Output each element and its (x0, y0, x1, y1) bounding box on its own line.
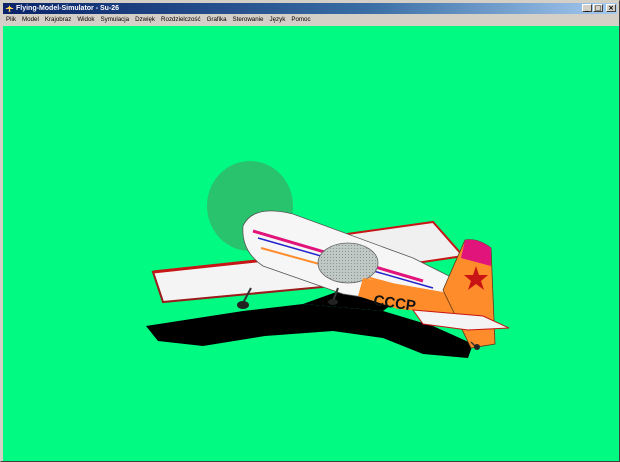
menu-pomoc[interactable]: Pomoc (288, 14, 313, 25)
close-button[interactable]: × (606, 4, 616, 12)
menu-jezyk[interactable]: Język (267, 14, 289, 25)
right-wheel (328, 299, 338, 305)
airplane-app-icon (5, 5, 14, 12)
menu-plik[interactable]: Plik (3, 14, 19, 25)
window-controls: _ □ × (582, 4, 616, 13)
menu-rozdzielczosc[interactable]: Rozdzielczość (158, 14, 204, 25)
menu-krajobraz[interactable]: Krajobraz (42, 14, 74, 25)
minimize-button[interactable]: _ (582, 4, 592, 12)
menu-bar: Plik Model Krajobraz Widok Symulacja Dzw… (3, 14, 617, 25)
tail-wheel (474, 344, 480, 350)
main-wheel (237, 301, 249, 309)
aircraft-scene: CCCP (146, 161, 510, 358)
menu-symulacja[interactable]: Symulacja (98, 14, 133, 25)
menu-sterowanie[interactable]: Sterowanie (230, 14, 267, 25)
title-bar[interactable]: Flying-Model-Simulator - Su-26 _ □ × (3, 3, 617, 14)
menu-dzwiek[interactable]: Dzwięk (132, 14, 158, 25)
maximize-button[interactable]: □ (593, 4, 603, 12)
app-window: Flying-Model-Simulator - Su-26 _ □ × Pli… (0, 0, 620, 462)
canopy (317, 242, 379, 284)
menu-grafika[interactable]: Grafika (204, 14, 230, 25)
menu-model[interactable]: Model (19, 14, 42, 25)
simulation-viewport[interactable]: CCCP (3, 26, 619, 461)
window-title: Flying-Model-Simulator - Su-26 (16, 5, 120, 12)
menu-widok[interactable]: Widok (74, 14, 97, 25)
